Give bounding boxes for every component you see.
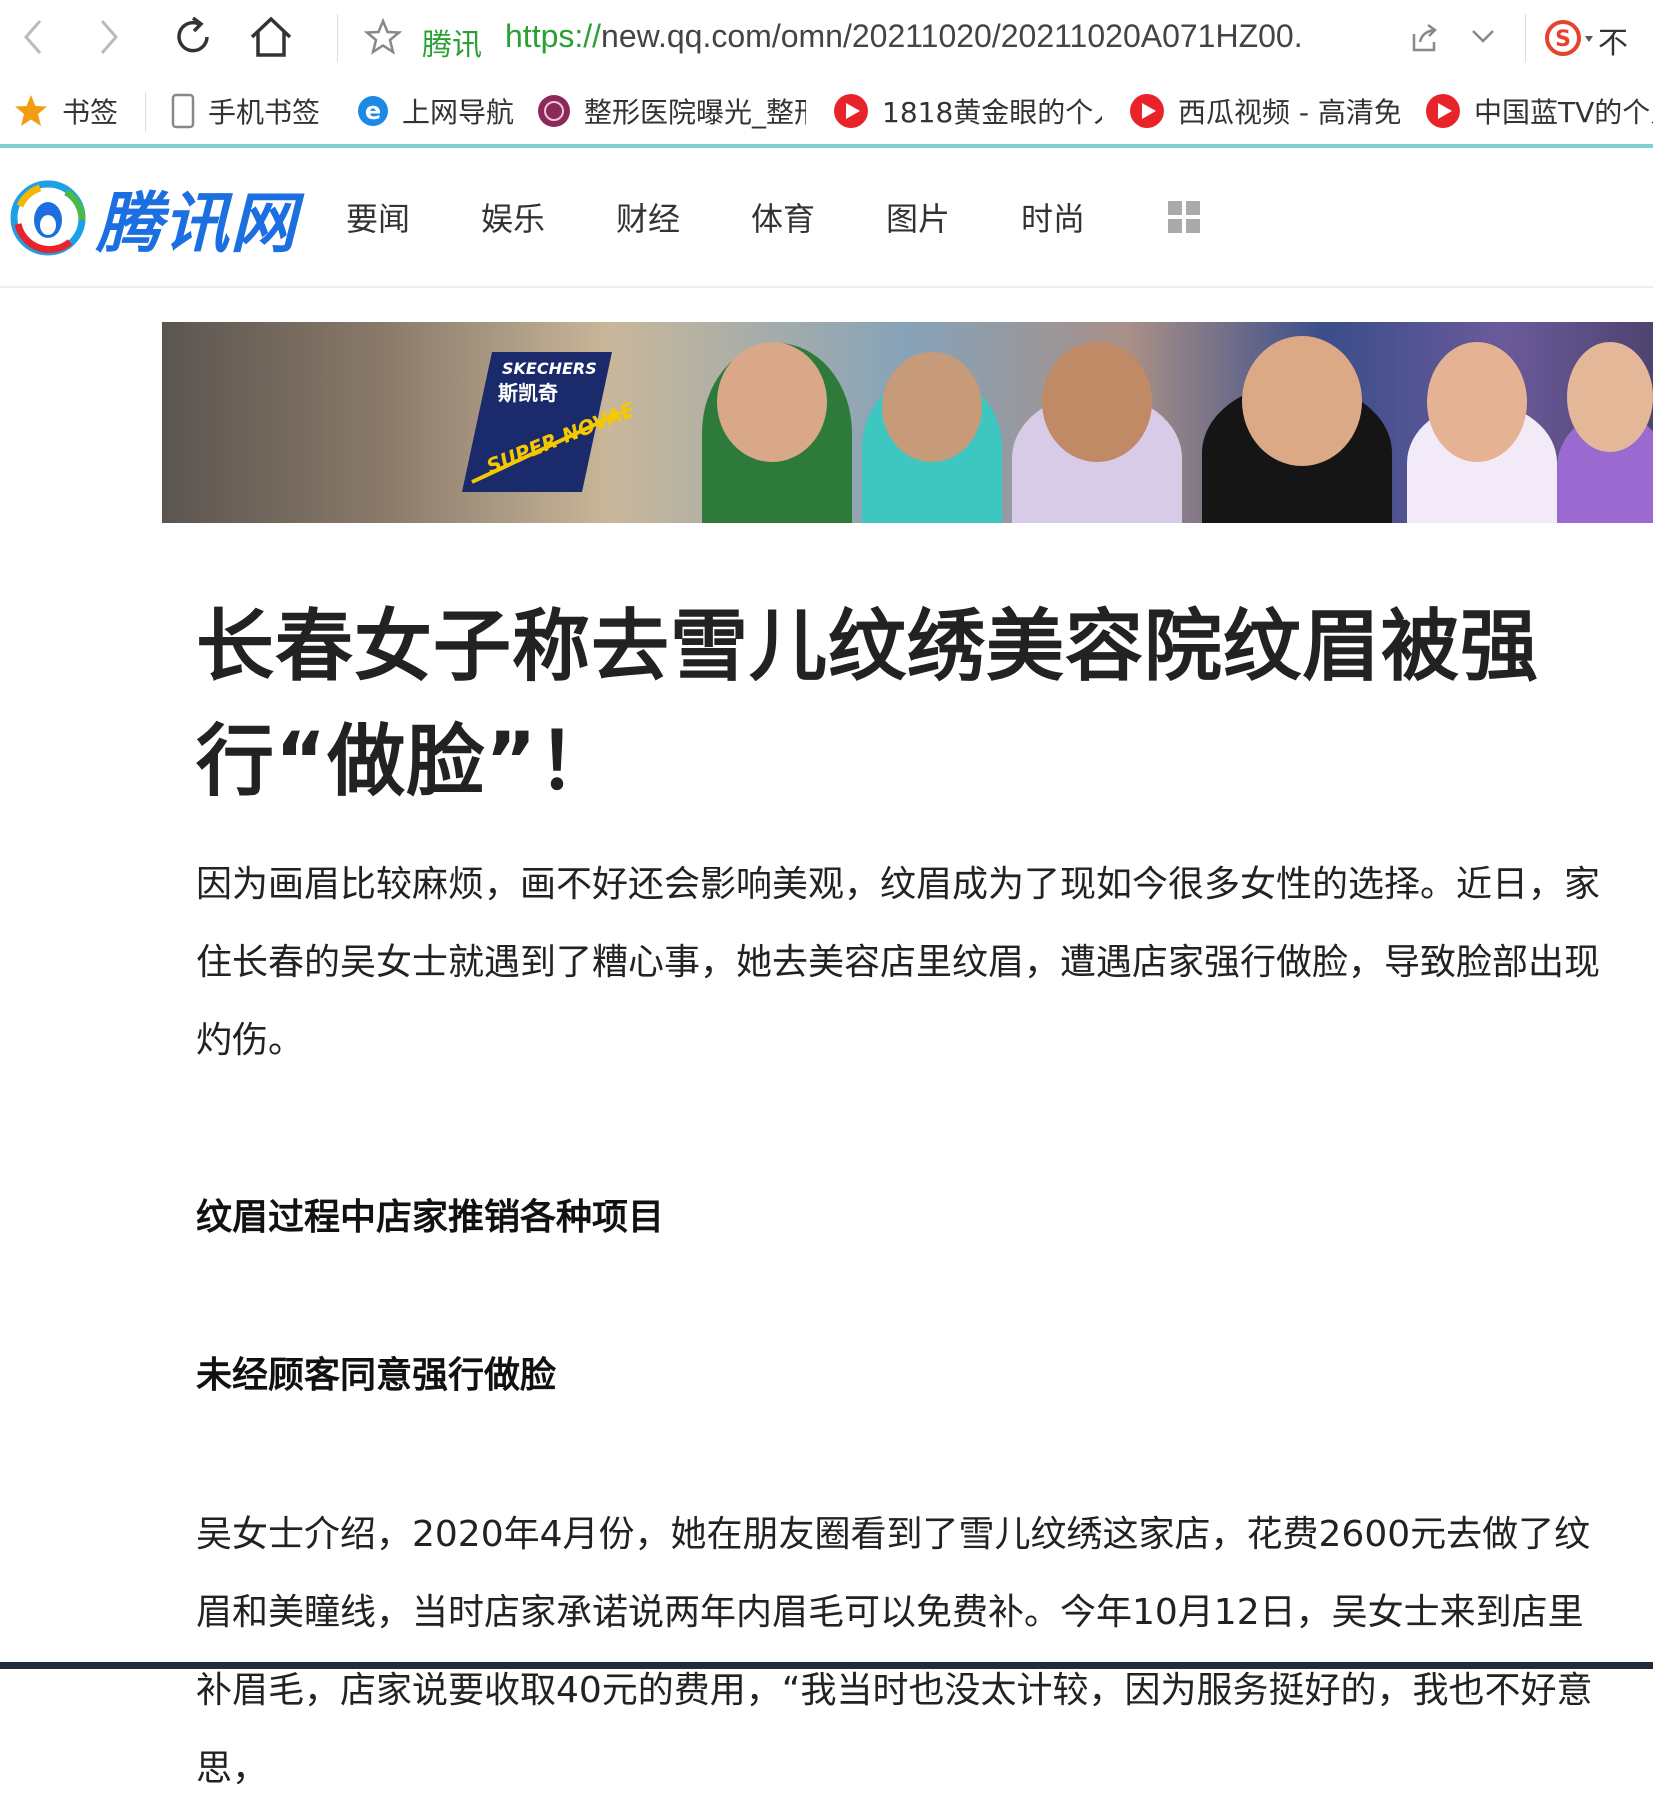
video-play-icon <box>832 92 870 130</box>
more-channels-button[interactable] <box>1167 200 1201 238</box>
bookmark-label: 书签 <box>62 96 119 129</box>
banner-brand-cn-text: 斯凯奇 <box>498 381 558 405</box>
home-icon <box>250 16 292 57</box>
article: 长春女子称去雪儿纹绣美容院纹眉被强行“做脸”！ 因为画眉比较麻烦，画不好还会影响… <box>196 590 1616 1808</box>
phone-icon <box>170 93 196 129</box>
bookmark-label: 1818黄金眼的个人 <box>882 96 1102 129</box>
bookmark-item-xigua[interactable]: 西瓜视频 - 高清免 <box>1128 90 1400 132</box>
grid-icon <box>1168 201 1200 233</box>
bookmark-label: 中国蓝TV的个人 <box>1474 96 1653 129</box>
site-header: 腾讯网 要闻 娱乐 财经 体育 图片 时尚 <box>0 148 1653 288</box>
divider <box>337 14 338 62</box>
svg-text:S: S <box>1555 27 1571 52</box>
nav-item-finance[interactable]: 财经 <box>616 194 751 240</box>
browser-toolbar: 腾讯 https://new.qq.com/omn/20211020/20211… <box>0 0 1653 79</box>
address-bar[interactable]: https://new.qq.com/omn/20211020/20211020… <box>505 18 1365 55</box>
chevron-down-icon <box>1472 30 1494 43</box>
toolbar-more-label[interactable]: 不 <box>1598 18 1628 62</box>
search-engine-button[interactable]: S <box>1545 18 1595 62</box>
video-play-icon <box>1128 92 1166 130</box>
article-title: 长春女子称去雪儿纹绣美容院纹眉被强行“做脸”！ <box>196 602 1540 807</box>
banner-brand-text: SKECHERS <box>502 359 597 378</box>
bookmark-star-button[interactable] <box>363 17 403 60</box>
share-button[interactable] <box>1408 22 1440 58</box>
nav-item-sports[interactable]: 体育 <box>751 194 886 240</box>
star-outline-icon <box>363 17 403 55</box>
url-path: new.qq.com/omn/20211020/20211020A071HZ00… <box>601 18 1303 54</box>
article-subheading: 未经顾客同意强行做脸 <box>196 1355 557 1396</box>
svg-text:e: e <box>365 97 381 125</box>
nav-item-entertainment[interactable]: 娱乐 <box>481 194 616 240</box>
super-novae-games-logo: SKECHERS 斯凯奇 SUPER NOVAE GAMES <box>462 352 632 492</box>
bookmark-item-mobile[interactable]: 手机书签 <box>170 90 320 132</box>
back-button[interactable] <box>8 12 58 62</box>
site-nav: 要闻 娱乐 财经 体育 图片 时尚 <box>346 194 1156 240</box>
star-icon <box>12 92 50 130</box>
article-paragraph: 因为画眉比较麻烦，画不好还会影响美观，纹眉成为了现如今很多女性的选择。近日，家住… <box>196 864 1601 1061</box>
bookmark-item-1818[interactable]: 1818黄金眼的个人 <box>832 90 1102 132</box>
site-logo[interactable]: 腾讯网 <box>10 170 297 266</box>
bookmark-label: 西瓜视频 - 高清免 <box>1178 96 1400 129</box>
bookmark-item-navigation[interactable]: e 上网导航 <box>356 90 514 132</box>
bookmark-label: 整形医院曝光_整形 <box>584 96 806 129</box>
url-scheme: https:// <box>505 18 602 54</box>
reload-icon <box>177 16 209 53</box>
ie-icon: e <box>356 94 390 128</box>
divider <box>145 92 146 132</box>
banner-person-face <box>1567 342 1653 452</box>
banner-person-face <box>1042 342 1152 462</box>
video-play-icon <box>1424 92 1462 130</box>
hospital-icon <box>536 93 572 129</box>
logo-text: 腾讯网 <box>96 185 297 262</box>
qq-penguin-logo-icon <box>10 180 86 256</box>
nav-item-pictures[interactable]: 图片 <box>886 194 1021 240</box>
share-icon <box>1412 23 1437 52</box>
divider <box>1525 14 1526 62</box>
forward-button[interactable] <box>84 12 134 62</box>
bookmarks-bar: 书签 手机书签 e 上网导航 整形医院曝光_整形 1818黄金眼的个人 西瓜视频… <box>0 78 1653 148</box>
article-paragraph: 吴女士介绍，2020年4月份，她在朋友圈看到了雪儿纹绣这家店，花费2600元去做… <box>196 1514 1593 1789</box>
banner-person-face <box>882 352 982 462</box>
taskbar-edge <box>0 1662 1653 1669</box>
article-subheading: 纹眉过程中店家推销各种项目 <box>196 1197 665 1238</box>
forward-arrow-icon <box>100 20 118 54</box>
bookmark-label: 上网导航 <box>402 96 515 129</box>
sogou-icon: S <box>1545 20 1593 56</box>
home-button[interactable] <box>246 12 296 62</box>
back-arrow-icon <box>24 20 42 54</box>
address-dropdown-button[interactable] <box>1470 26 1496 50</box>
nav-item-news[interactable]: 要闻 <box>346 194 481 240</box>
bookmark-item-zjstv[interactable]: 中国蓝TV的个人 <box>1424 90 1653 132</box>
reload-button[interactable] <box>168 12 218 62</box>
bookmark-item-hospital[interactable]: 整形医院曝光_整形 <box>536 90 806 132</box>
nav-item-fashion[interactable]: 时尚 <box>1021 194 1156 240</box>
banner-person-face <box>717 342 827 462</box>
bookmark-item-bookmarks[interactable]: 书签 <box>12 90 118 132</box>
banner-person-face <box>1242 336 1362 466</box>
bookmark-label: 手机书签 <box>208 96 321 129</box>
site-identity-label: 腾讯 <box>422 28 482 63</box>
banner-person-face <box>1427 342 1527 462</box>
promo-banner[interactable]: SKECHERS 斯凯奇 SUPER NOVAE GAMES <box>162 322 1653 523</box>
